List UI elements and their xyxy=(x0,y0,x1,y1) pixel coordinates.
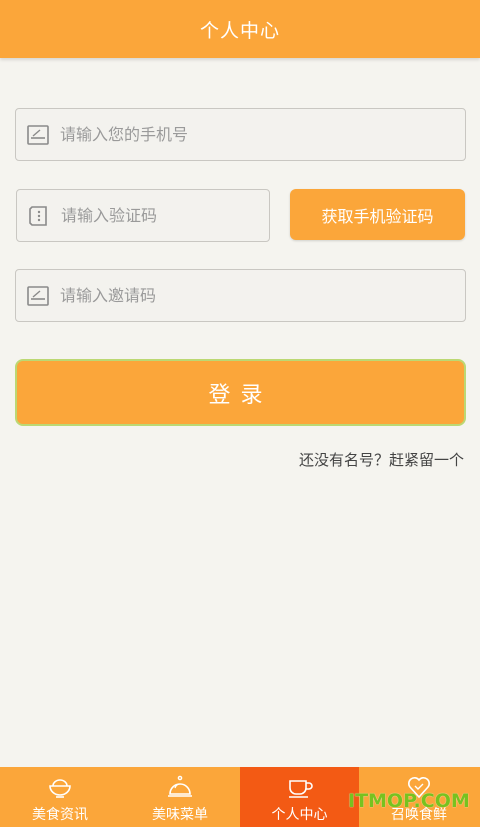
code-input[interactable] xyxy=(61,190,269,241)
get-code-button[interactable]: 获取手机验证码 xyxy=(290,189,465,240)
tab-summon-fresh[interactable]: 召唤食鲜 xyxy=(359,767,479,827)
tab-label: 召唤食鲜 xyxy=(391,807,447,823)
tab-label: 美味菜单 xyxy=(152,807,208,823)
bottom-tab-bar: 美食资讯 美味菜单 个人中心 召唤食鲜 xyxy=(0,767,480,827)
invite-input[interactable] xyxy=(60,270,465,321)
tab-menu[interactable]: 美味菜单 xyxy=(120,767,240,827)
register-link[interactable]: 还没有名号？赶紧留一个 xyxy=(299,449,464,470)
invite-field[interactable] xyxy=(15,269,466,322)
rice-bowl-icon xyxy=(49,779,71,798)
heart-icon xyxy=(408,777,430,799)
code-field[interactable] xyxy=(16,189,270,242)
phone-card-icon xyxy=(27,124,49,145)
invite-card-icon xyxy=(27,285,49,306)
login-button[interactable]: 登录 xyxy=(15,359,466,426)
tab-profile[interactable]: 个人中心 xyxy=(240,767,359,827)
cloche-icon xyxy=(168,775,192,797)
tab-label: 个人中心 xyxy=(271,807,328,823)
header-bar: 个人中心 xyxy=(0,0,480,58)
phone-input[interactable] xyxy=(60,109,465,160)
tab-food-news[interactable]: 美食资讯 xyxy=(0,767,120,827)
message-code-icon xyxy=(29,205,47,226)
cup-icon xyxy=(288,780,313,798)
tab-label: 美食资讯 xyxy=(32,807,88,823)
page-title: 个人中心 xyxy=(199,19,280,42)
phone-field[interactable] xyxy=(15,108,466,161)
